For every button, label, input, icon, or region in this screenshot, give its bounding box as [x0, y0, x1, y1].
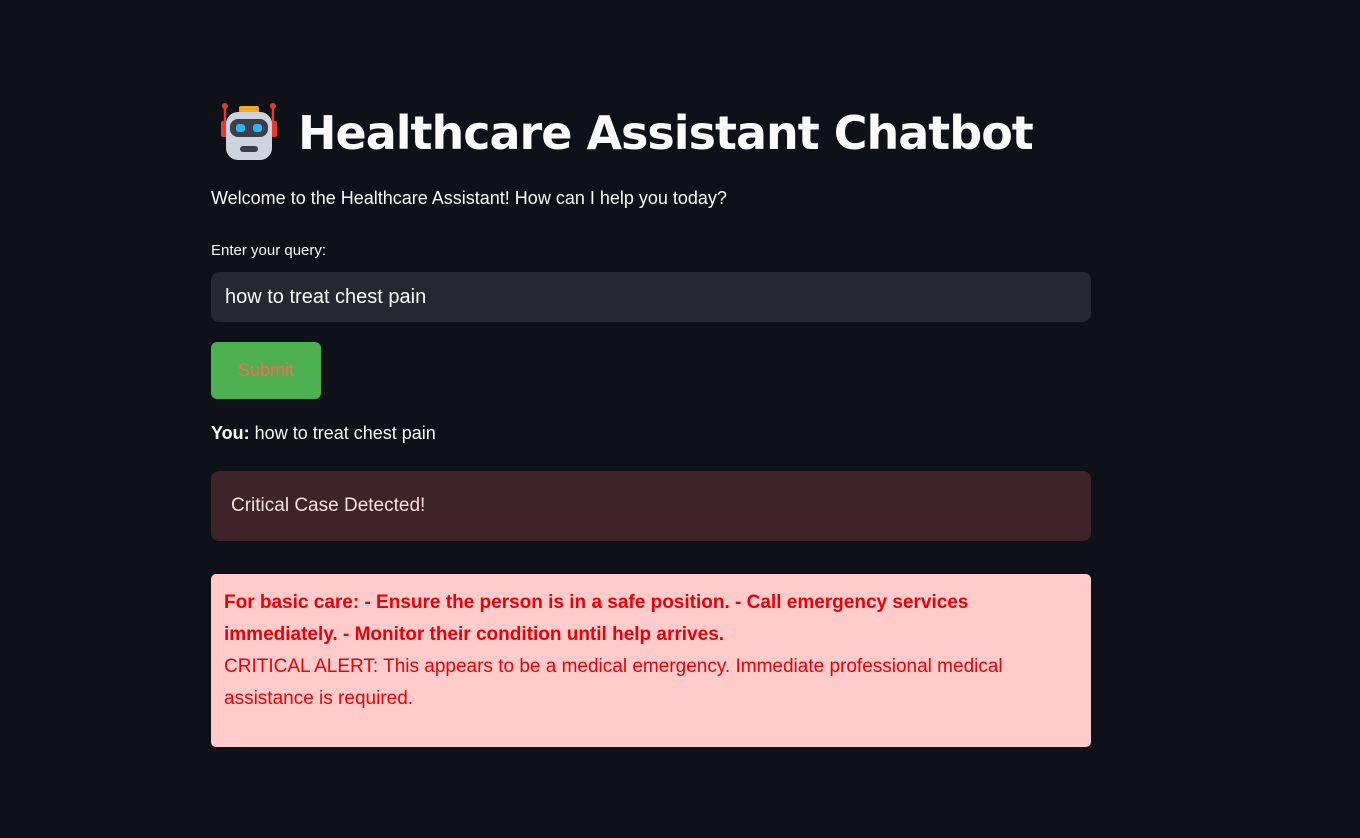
user-message: You: how to treat chest pain — [211, 423, 436, 444]
critical-case-notice: Critical Case Detected! — [211, 471, 1091, 541]
emergency-alert-box: For basic care: - Ensure the person is i… — [211, 574, 1091, 747]
welcome-text: Welcome to the Healthcare Assistant! How… — [211, 188, 727, 208]
title-row: Healthcare Assistant Chatbot — [218, 98, 1034, 168]
user-message-prefix: You: — [211, 423, 250, 443]
query-input[interactable] — [211, 272, 1091, 322]
robot-icon — [218, 102, 280, 164]
submit-button[interactable]: Submit — [211, 342, 321, 399]
query-label: Enter your query: — [211, 242, 327, 259]
critical-case-text: Critical Case Detected! — [231, 495, 426, 516]
user-message-text: how to treat chest pain — [254, 423, 436, 443]
basic-care-instructions: For basic care: - Ensure the person is i… — [224, 592, 969, 645]
critical-alert-message: CRITICAL ALERT: This appears to be a med… — [224, 656, 1003, 709]
page-title: Healthcare Assistant Chatbot — [298, 106, 1034, 160]
